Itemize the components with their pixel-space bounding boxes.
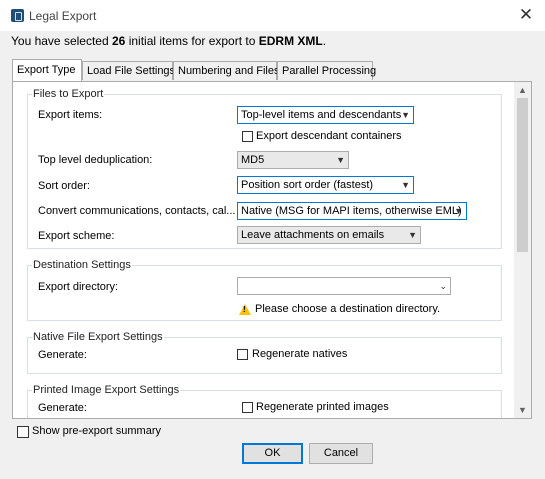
tab-numbering-and-files[interactable]: Numbering and Files xyxy=(173,61,280,80)
ok-button[interactable]: OK xyxy=(242,443,303,464)
convert-communications-value: Native (MSG for MAPI items, otherwise EM… xyxy=(241,205,462,217)
destination-warning-text: Please choose a destination directory. xyxy=(255,303,441,315)
convert-communications-label: Convert communications, contacts, cal... xyxy=(38,205,236,217)
chevron-down-icon: ▼ xyxy=(408,230,417,240)
chevron-down-icon: ⌄ xyxy=(439,281,447,291)
scroll-down-icon[interactable]: ▼ xyxy=(514,402,531,418)
title-bar: Legal Export ✕ xyxy=(0,0,545,31)
sort-order-value: Position sort order (fastest) xyxy=(241,179,374,191)
export-scheme-value: Leave attachments on emails xyxy=(241,229,385,241)
show-summary-checkbox[interactable] xyxy=(17,426,29,438)
export-directory-select[interactable]: ⌄ xyxy=(237,277,451,295)
chevron-down-icon: ▼ xyxy=(401,110,410,120)
show-summary-label: Show pre-export summary xyxy=(32,425,161,437)
tab-export-type[interactable]: Export Type xyxy=(12,59,82,81)
export-items-select[interactable]: Top-level items and descendants ▼ xyxy=(237,106,414,124)
native-generate-label: Generate: xyxy=(38,349,87,361)
export-items-value: Top-level items and descendants xyxy=(241,109,402,121)
export-scheme-select[interactable]: Leave attachments on emails ▼ xyxy=(237,226,421,244)
sort-order-label: Sort order: xyxy=(38,180,90,192)
regenerate-natives-label: Regenerate natives xyxy=(252,348,348,360)
regenerate-printed-images-checkbox[interactable] xyxy=(242,402,253,413)
native-export-settings-legend: Native File Export Settings xyxy=(32,331,164,343)
destination-settings-legend: Destination Settings xyxy=(32,259,132,271)
export-scheme-label: Export scheme: xyxy=(38,230,115,242)
regenerate-printed-images-label: Regenerate printed images xyxy=(256,401,389,413)
cancel-button[interactable]: Cancel xyxy=(309,443,373,464)
top-level-dedup-label: Top level deduplication: xyxy=(38,154,153,166)
tab-parallel-processing[interactable]: Parallel Processing xyxy=(277,61,376,80)
printed-image-settings-legend: Printed Image Export Settings xyxy=(32,384,181,396)
warning-icon: ! xyxy=(239,304,251,315)
chevron-down-icon: ▼ xyxy=(401,180,410,190)
selection-message: You have selected 26 initial items for e… xyxy=(11,34,327,48)
close-icon[interactable]: ✕ xyxy=(515,4,537,26)
export-items-label: Export items: xyxy=(38,109,103,121)
vertical-scrollbar[interactable]: ▲ ▼ xyxy=(514,82,531,418)
sort-order-select[interactable]: Position sort order (fastest) ▼ xyxy=(237,176,414,194)
app-icon xyxy=(11,9,24,22)
tab-load-file-settings[interactable]: Load File Settings xyxy=(82,61,175,80)
window-title: Legal Export xyxy=(29,9,97,23)
files-to-export-legend: Files to Export xyxy=(32,88,105,100)
top-level-dedup-select[interactable]: MD5 ▼ xyxy=(237,151,349,169)
export-directory-label: Export directory: xyxy=(38,281,119,293)
scroll-up-icon[interactable]: ▲ xyxy=(514,82,531,98)
printed-generate-label: Generate: xyxy=(38,402,87,414)
scrollbar-thumb[interactable] xyxy=(517,98,528,252)
regenerate-natives-checkbox[interactable] xyxy=(237,349,248,360)
chevron-down-icon: ▼ xyxy=(336,155,345,165)
export-descendant-containers-checkbox[interactable] xyxy=(242,131,253,142)
export-descendant-containers-label: Export descendant containers xyxy=(256,130,402,142)
top-level-dedup-value: MD5 xyxy=(241,154,265,166)
convert-communications-select[interactable]: Native (MSG for MAPI items, otherwise EM… xyxy=(237,202,467,220)
chevron-down-icon: ▼ xyxy=(454,206,463,216)
export-type-panel: Files to Export Export items: Top-level … xyxy=(12,81,532,419)
